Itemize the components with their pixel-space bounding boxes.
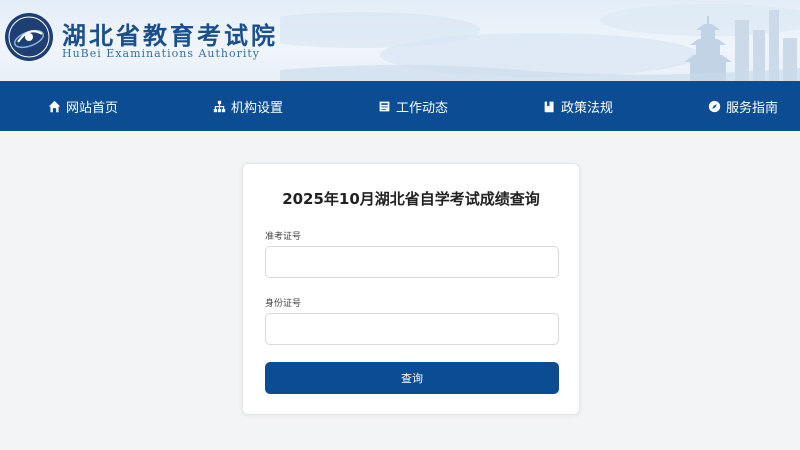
score-query-card: 2025年10月湖北省自学考试成绩查询 准考证号 身份证号 查询 [242, 163, 580, 415]
exam-id-input[interactable] [265, 246, 559, 278]
nav-item-service-guide[interactable]: 服务指南 [708, 81, 778, 131]
skyline-decoration-icon [280, 4, 800, 81]
id-card-input[interactable] [265, 313, 559, 345]
nav-item-label: 网站首页 [66, 100, 119, 116]
main-nav: 网站首页 机构设置 工作动态 政策法规 服务指南 [0, 81, 800, 131]
compass-icon [708, 100, 721, 112]
site-header: 湖北省教育考试院 HuBei Examinations Authority [0, 0, 800, 81]
site-subtitle: HuBei Examinations Authority [62, 47, 261, 60]
query-button[interactable]: 查询 [265, 362, 559, 394]
nav-item-work-news[interactable]: 工作动态 [378, 81, 448, 131]
site-title: 湖北省教育考试院 [62, 21, 278, 50]
nav-item-label: 机构设置 [231, 100, 284, 116]
home-icon [48, 100, 61, 112]
id-card-label: 身份证号 [265, 299, 302, 309]
nav-item-organization[interactable]: 机构设置 [213, 81, 283, 131]
nav-item-label: 政策法规 [561, 100, 614, 116]
nav-item-policy[interactable]: 政策法规 [543, 81, 613, 131]
query-title: 2025年10月湖北省自学考试成绩查询 [282, 190, 540, 208]
news-icon [379, 101, 390, 111]
nav-item-home[interactable]: 网站首页 [48, 81, 118, 131]
nav-item-label: 服务指南 [726, 100, 779, 116]
book-icon [544, 101, 554, 112]
exam-id-label: 准考证号 [265, 232, 302, 242]
nav-item-label: 工作动态 [396, 100, 449, 116]
logo-emblem-icon [5, 13, 53, 61]
sitemap-icon [213, 100, 226, 112]
